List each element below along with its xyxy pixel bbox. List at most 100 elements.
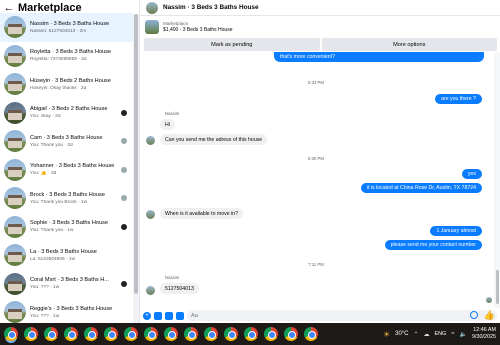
- chat-title[interactable]: Nassim · 3 Beds 3 Baths House: [163, 4, 259, 11]
- conversation-preview: Nassim: 5127504013 · 2m: [30, 28, 87, 34]
- conversation-name: Abigail · 3 Beds 2 Baths House: [30, 106, 108, 113]
- sticker-icon[interactable]: [165, 311, 173, 320]
- chrome-icon[interactable]: [204, 327, 218, 341]
- app-window: ← Marketplace Nassim · 3 Beds 3 Baths Ho…: [0, 0, 500, 345]
- message-bubble-incoming: Can you send me the adress of this house: [160, 134, 268, 145]
- system-tray: ☀ 30°C ⌃ ☁ ENG ≈ 🔈 12:46 AM 9/30/2025: [383, 323, 496, 345]
- message-bubble-outgoing: it is located at China Rose Dr, Austin, …: [360, 183, 482, 193]
- chrome-icon[interactable]: [84, 327, 98, 341]
- conversation-item[interactable]: Nassim · 3 Beds 3 Baths House Nassim: 512…: [0, 13, 133, 42]
- taskbar-apps: [0, 327, 318, 341]
- timestamp: 5:30 PM: [307, 156, 324, 161]
- conversation-name: Reggie's · 3 Beds 3 Baths House: [30, 305, 113, 312]
- conversation-preview: La: 5123504806 · 1w: [30, 256, 76, 262]
- conversation-item[interactable]: Coral Msrt · 3 Beds 3 Baths H... You: ???…: [0, 270, 133, 299]
- listing-thumbnail: [4, 158, 26, 181]
- plus-icon[interactable]: +: [143, 311, 151, 320]
- emoji-icon[interactable]: [470, 311, 478, 319]
- message-bubble-outgoing: that's more convenient?: [274, 52, 484, 62]
- conversation-item[interactable]: Reggie's · 3 Beds 3 Baths House You: ??? …: [0, 298, 133, 323]
- chrome-icon[interactable]: [24, 327, 38, 341]
- message-input[interactable]: [187, 310, 497, 321]
- listing-thumbnail: [4, 44, 26, 67]
- clock[interactable]: 12:46 AM 9/30/2025: [472, 327, 496, 341]
- conversation-name: Coral Msrt · 3 Beds 3 Baths H...: [30, 277, 109, 284]
- cloud-icon[interactable]: ☁: [424, 331, 430, 338]
- conversation-preview: You: ??? · 1w: [30, 285, 60, 291]
- more-options-button[interactable]: More options: [321, 38, 497, 51]
- chrome-icon[interactable]: [104, 327, 118, 341]
- sidebar: ← Marketplace Nassim · 3 Beds 3 Baths Ho…: [0, 0, 140, 323]
- chrome-icon[interactable]: [304, 327, 318, 341]
- language-indicator[interactable]: ENG: [435, 331, 447, 337]
- avatar[interactable]: [146, 1, 158, 14]
- conversation-preview: You: Thank you · 1w: [30, 228, 74, 234]
- volume-icon[interactable]: 🔈: [460, 331, 467, 338]
- seen-indicator: [121, 223, 127, 230]
- seen-indicator: [121, 280, 127, 287]
- chrome-icon[interactable]: [144, 327, 158, 341]
- sun-icon[interactable]: ☀: [383, 330, 390, 339]
- listing-thumbnail: [145, 20, 159, 34]
- temperature[interactable]: 30°C: [395, 331, 408, 337]
- message-bubble-incoming: Hi: [160, 119, 175, 130]
- scrollbar-thumb[interactable]: [134, 14, 138, 294]
- conversation-name: Yohanner · 3 Beds 3 Baths House: [30, 163, 115, 170]
- conversation-item[interactable]: Yohanner · 3 Beds 3 Baths House You: 👍 · …: [0, 156, 133, 185]
- listing-thumbnail: [4, 16, 26, 39]
- message-text: that's more convenient?: [280, 54, 335, 60]
- conversation-item[interactable]: Brock · 3 Beds 3 Baths House You: Thank y…: [0, 184, 133, 213]
- message-bubble-outgoing: yes: [461, 169, 482, 179]
- conversation-item[interactable]: Sophie · 3 Beds 3 Baths House You: Thank …: [0, 213, 133, 242]
- sender-name: Nassim: [165, 275, 180, 280]
- conversation-name: Roylettа · 3 Beds 3 Baths House: [30, 49, 112, 56]
- listing-banner[interactable]: Marketplace $1,400 · 3 Beds 3 Baths Hous…: [140, 16, 500, 38]
- chrome-icon[interactable]: [124, 327, 138, 341]
- chrome-icon[interactable]: [164, 327, 178, 341]
- conversation-item[interactable]: La · 3 Beds 3 Baths House La: 5123504806 …: [0, 241, 133, 270]
- seen-indicator: [121, 166, 127, 173]
- listing-thumbnail: [4, 130, 26, 153]
- conversation-item[interactable]: Hüseyin · 3 Beds 2 Baths House Hüseyin: O…: [0, 70, 133, 99]
- chat-scrollbar[interactable]: [494, 52, 500, 308]
- conversation-preview: You: okay · 2d: [30, 114, 61, 120]
- chrome-icon[interactable]: [244, 327, 258, 341]
- chrome-icon[interactable]: [284, 327, 298, 341]
- chrome-icon[interactable]: [264, 327, 278, 341]
- timestamp: 7:11 PM: [308, 262, 324, 267]
- message-thread: that's more convenient? 5:33 PM are you …: [140, 52, 492, 308]
- conversation-item[interactable]: Abigail · 3 Beds 2 Baths House You: okay …: [0, 99, 133, 128]
- conversation-name: Hüseyin · 3 Beds 2 Baths House: [30, 77, 111, 84]
- avatar: [146, 210, 155, 219]
- chrome-icon[interactable]: [224, 327, 238, 341]
- seen-indicator: [121, 138, 127, 144]
- thumbs-up-icon[interactable]: 👍: [484, 310, 495, 320]
- chrome-icon[interactable]: [184, 327, 198, 341]
- conversation-item[interactable]: Cam · 3 Beds 3 Baths House You: Thank you…: [0, 127, 133, 156]
- conversation-name: Cam · 3 Beds 3 Baths House: [30, 134, 103, 141]
- mark-pending-button[interactable]: Mark as pending: [144, 38, 320, 51]
- conversation-item[interactable]: Roylettа · 3 Beds 3 Baths House Roylettа:…: [0, 42, 133, 71]
- scrollbar-thumb[interactable]: [495, 270, 499, 304]
- gif-icon[interactable]: [176, 311, 184, 320]
- taskbar: ☀ 30°C ⌃ ☁ ENG ≈ 🔈 12:46 AM 9/30/2025: [0, 323, 500, 345]
- chrome-icon[interactable]: [44, 327, 58, 341]
- listing-thumbnail: [4, 301, 26, 323]
- avatar: [146, 136, 155, 145]
- message-bubble-outgoing: 1 January almost: [430, 226, 482, 236]
- wifi-icon[interactable]: ≈: [451, 331, 454, 337]
- listing-thumbnail: [4, 272, 26, 295]
- chat-panel: Nassim · 3 Beds 3 Baths House Marketplac…: [140, 0, 500, 323]
- tray-chevron-icon[interactable]: ⌃: [414, 331, 419, 338]
- conversation-preview: You: Thank you · 2d: [30, 142, 73, 148]
- clock-time: 12:46 AM: [473, 327, 496, 333]
- image-icon[interactable]: [154, 311, 162, 320]
- conversation-name: La · 3 Beds 3 Baths House: [30, 248, 97, 255]
- sidebar-scrollbar[interactable]: [133, 14, 139, 323]
- listing-label: Marketplace: [163, 21, 189, 26]
- chrome-icon[interactable]: [4, 327, 18, 341]
- listing-actions: Mark as pending More options: [140, 38, 500, 52]
- chrome-icon[interactable]: [64, 327, 78, 341]
- conversation-name: Nassim · 3 Beds 3 Baths House: [30, 20, 110, 27]
- sender-name: Nassim: [165, 111, 180, 116]
